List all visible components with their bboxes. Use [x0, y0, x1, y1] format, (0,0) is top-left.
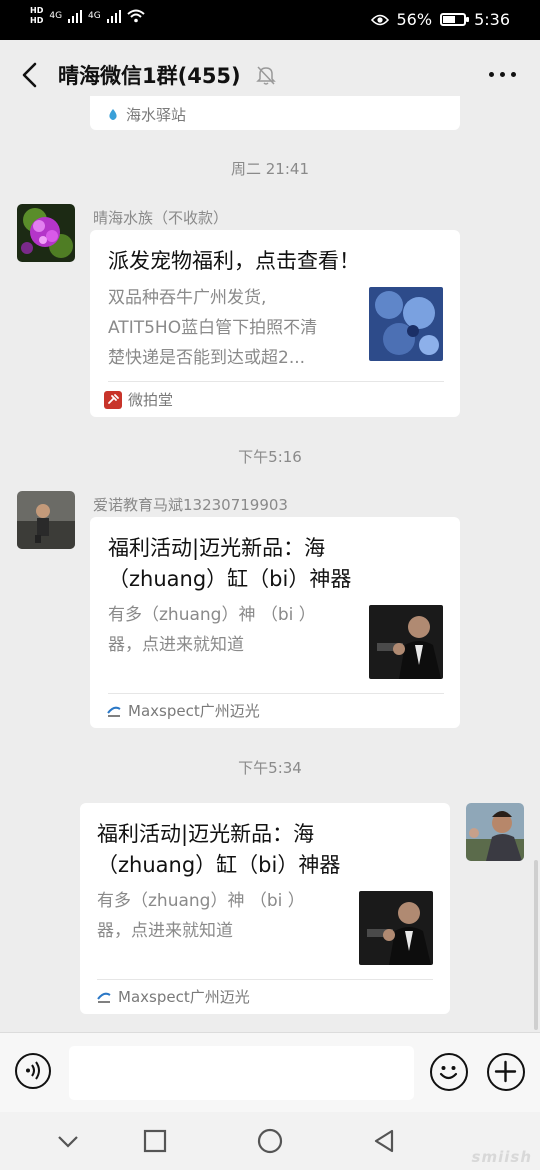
title-line: 福利活动|迈光新品：海: [108, 536, 326, 560]
avatar[interactable]: [17, 491, 75, 549]
card-description: 有多（zhuang）神 （bi ） 器，点进来就知道: [108, 600, 358, 660]
wifi-icon: [127, 9, 145, 23]
watermark: smiish: [471, 1148, 532, 1166]
network-label: 4G: [49, 11, 63, 21]
plus-button[interactable]: [487, 1053, 525, 1091]
emoji-icon: [439, 1066, 458, 1080]
scrollbar[interactable]: [534, 860, 538, 1030]
hd-badge: HD HD: [30, 6, 43, 26]
title-line: 福利活动|迈光新品：海: [97, 822, 315, 846]
system-nav-bar: smiish: [0, 1112, 540, 1170]
desc-line: 有多（zhuang）神 （bi ）: [97, 891, 305, 911]
signal-icon: [68, 9, 83, 23]
desc-line: 双品种吞牛广州发货,: [108, 288, 267, 308]
desc-line: 有多（zhuang）神 （bi ）: [108, 605, 316, 625]
source-label: Maxspect广州迈光: [128, 702, 260, 720]
timestamp: 周二 21:41: [231, 160, 309, 178]
maxspect-logo-icon: [107, 706, 121, 717]
card-thumbnail: [369, 605, 443, 679]
card-description: 有多（zhuang）神 （bi ） 器，点进来就知道: [97, 886, 347, 946]
network-label: 4G: [88, 11, 101, 21]
card-source: 微拍堂: [104, 389, 173, 410]
hd-label: HD: [30, 6, 44, 15]
desc-line: 器，点进来就知道: [97, 921, 233, 941]
title-line: （zhuang）缸（bi）神器: [97, 853, 341, 877]
plus-icon: [494, 1060, 517, 1083]
card-description: 双品种吞牛广州发货, ATIT5HO蓝白管下拍照不清 楚快递是否能到达或超2..…: [108, 283, 358, 373]
dot: [489, 72, 494, 77]
divider: [97, 979, 433, 980]
avatar[interactable]: [17, 204, 75, 262]
avatar[interactable]: [466, 803, 524, 861]
link-card[interactable]: 福利活动|迈光新品：海 （zhuang）缸（bi）神器 有多（zhuang）神 …: [90, 517, 460, 728]
status-bar: HD HD 4G 4G 56% 5:36: [0, 0, 540, 40]
link-card[interactable]: 派发宠物福利，点击查看！ 双品种吞牛广州发货, ATIT5HO蓝白管下拍照不清 …: [90, 230, 460, 417]
gavel-icon: [104, 390, 122, 409]
desc-line: 楚快递是否能到达或超2...: [108, 348, 306, 368]
message-input[interactable]: [69, 1046, 414, 1100]
water-drop-icon: [109, 108, 117, 120]
status-right: 56% 5:36: [370, 10, 510, 29]
signal-icon: [106, 9, 121, 23]
square-recents-icon[interactable]: [140, 1126, 170, 1156]
eye-icon: [370, 14, 389, 25]
clock: 5:36: [474, 10, 510, 29]
chat-title[interactable]: 晴海微信1群(455): [58, 60, 241, 90]
card-source: Maxspect广州迈光: [96, 986, 250, 1007]
hd-label: HD: [30, 16, 44, 25]
card-source: Maxspect广州迈光: [106, 700, 260, 721]
card-title: 福利活动|迈光新品：海 （zhuang）缸（bi）神器: [97, 819, 340, 881]
status-left: HD HD 4G 4G: [30, 6, 145, 26]
circle-home-icon[interactable]: [255, 1126, 285, 1156]
self-avatar-image: [466, 803, 524, 861]
more-button[interactable]: [489, 72, 516, 77]
title-line: （zhuang）缸（bi）神器: [108, 567, 352, 591]
emoji-button[interactable]: [430, 1053, 468, 1091]
battery-percent: 56%: [396, 10, 433, 29]
card-thumbnail: [369, 287, 443, 361]
card-title: 派发宠物福利，点击查看！: [108, 249, 360, 273]
desc-line: 器，点进来就知道: [108, 635, 244, 655]
back-button[interactable]: [16, 58, 44, 92]
bell-mute-icon: [256, 66, 276, 85]
card-thumbnail: [359, 891, 433, 965]
dot: [500, 72, 505, 77]
dot: [511, 72, 516, 77]
input-bar: [0, 1032, 540, 1113]
battery-icon: [440, 13, 470, 26]
card-title: 福利活动|迈光新品：海 （zhuang）缸（bi）神器: [108, 533, 351, 595]
card-source: 海水驿站: [106, 104, 186, 125]
maxspect-logo-icon: [97, 992, 111, 1003]
triangle-back-icon[interactable]: [370, 1126, 400, 1156]
sender-name: 晴海水族（不收款）: [93, 209, 229, 227]
link-card[interactable]: 福利活动|迈光新品：海 （zhuang）缸（bi）神器 有多（zhuang）神 …: [80, 803, 450, 1014]
source-label: Maxspect广州迈光: [118, 988, 250, 1006]
battery-fill: [443, 16, 456, 23]
divider: [108, 381, 444, 382]
voice-icon: [26, 1061, 40, 1080]
chevron-down-icon[interactable]: [53, 1126, 83, 1156]
desc-line: ATIT5HO蓝白管下拍照不清: [108, 318, 318, 338]
timestamp: 下午5:16: [238, 448, 302, 466]
divider: [108, 693, 444, 694]
sender-name: 爱诺教育马斌13230719903: [93, 496, 288, 514]
chat-area[interactable]: 海水驿站 周二 21:41 晴海水族（不收款） 派发宠物福利，点击查看！ 双品种…: [0, 96, 540, 1032]
coral-avatar-image: [17, 204, 75, 262]
source-label: 海水驿站: [126, 106, 187, 124]
person-avatar-image: [17, 491, 75, 549]
voice-button[interactable]: [15, 1053, 51, 1089]
timestamp: 下午5:34: [238, 759, 302, 777]
previous-link-card[interactable]: 海水驿站: [90, 96, 460, 130]
source-label: 微拍堂: [128, 391, 174, 409]
